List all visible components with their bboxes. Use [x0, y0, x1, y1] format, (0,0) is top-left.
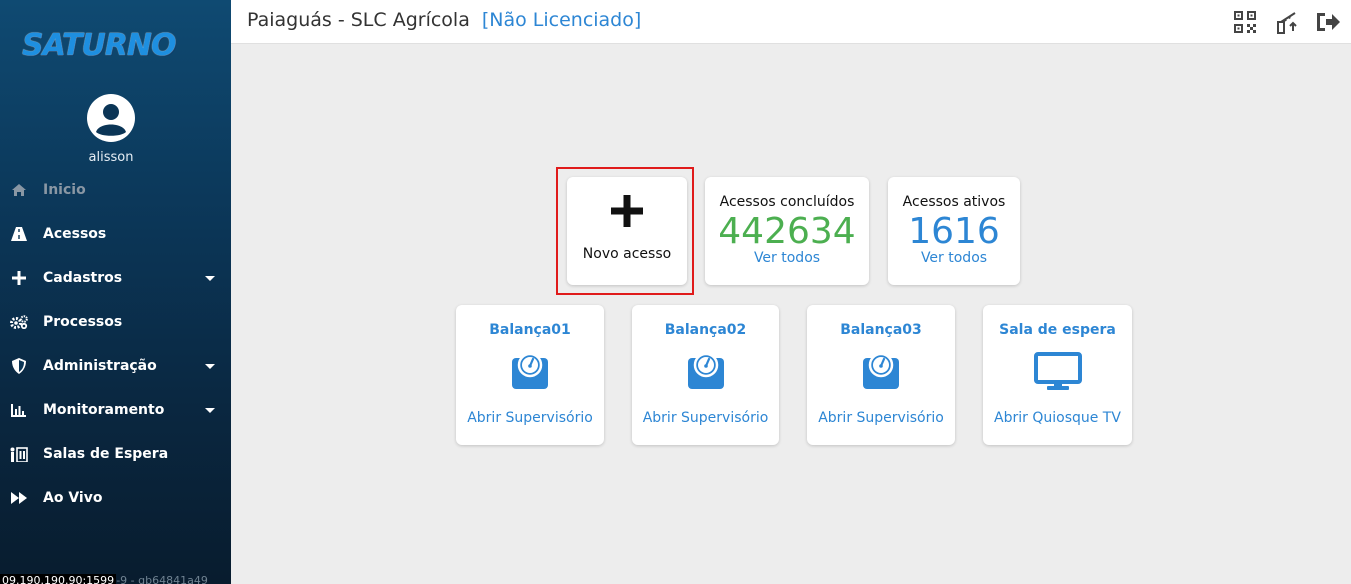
monitor-icon [983, 352, 1132, 394]
sala-de-espera-title: Sala de espera [999, 322, 1116, 338]
acessos-ativos-ver-todos-link[interactable]: Ver todos [888, 250, 1020, 266]
chevron-down-icon [205, 407, 215, 413]
scale-icon [632, 352, 779, 394]
acessos-concluidos-ver-todos-link[interactable]: Ver todos [705, 250, 869, 266]
plus-icon [567, 191, 687, 235]
acessos-concluidos-title: Acessos concluídos [719, 194, 855, 210]
company-name: Paiaguás - SLC Agrícola [247, 9, 470, 31]
sala-de-espera-link[interactable]: Abrir Quiosque TV [983, 410, 1132, 426]
header-actions [1233, 10, 1341, 34]
acessos-ativos-title: Acessos ativos [902, 194, 1006, 210]
acessos-ativos-value: 1616 [908, 211, 1000, 252]
balanca02-link[interactable]: Abrir Supervisório [632, 410, 779, 426]
sidebar-item-label: Processos [43, 314, 123, 330]
balanca03-link[interactable]: Abrir Supervisório [807, 410, 955, 426]
sidebar-item-acessos[interactable]: Acessos [0, 212, 231, 256]
sidebar-item-monitoramento[interactable]: Monitoramento [0, 388, 231, 432]
chevron-down-icon [205, 363, 215, 369]
balanca02-card[interactable]: Balança02 Abrir Supervisório [632, 305, 779, 445]
saturno-logo[interactable]: SATURNO [22, 28, 202, 68]
balanca03-card[interactable]: Balança03 Abrir Supervisório [807, 305, 955, 445]
novo-acesso-label: Novo acesso [582, 246, 672, 262]
sidebar-item-salas-de-espera[interactable]: Salas de Espera [0, 432, 231, 476]
balanca01-card[interactable]: Balança01 Abrir Supervisório [456, 305, 604, 445]
sidebar-item-label: Cadastros [43, 270, 123, 286]
version-hash: -9 - gb64841a49 [116, 574, 208, 584]
logout-icon[interactable] [1317, 10, 1341, 34]
sidebar-nav: Inicio Acessos Cadastros Processos Admin… [0, 168, 231, 520]
cogs-icon [10, 314, 28, 330]
license-status[interactable]: [Não Licenciado] [482, 9, 641, 31]
sidebar-item-administracao[interactable]: Administração [0, 344, 231, 388]
sidebar: SATURNO alisson Inicio Acessos Cadastros [0, 0, 231, 584]
road-icon [10, 226, 28, 242]
people-icon [10, 446, 28, 462]
sidebar-item-label: Ao Vivo [43, 490, 103, 506]
sidebar-item-label: Acessos [43, 226, 107, 242]
balanca01-link[interactable]: Abrir Supervisório [456, 410, 604, 426]
sidebar-item-label: Monitoramento [43, 402, 165, 418]
version-info: 09.190.190.90:1599 -9 - gb64841a49 [0, 574, 208, 584]
chevron-down-icon [205, 275, 215, 281]
username: alisson [88, 150, 134, 165]
home-icon [10, 182, 28, 198]
sidebar-item-ao-vivo[interactable]: Ao Vivo [0, 476, 231, 520]
acessos-ativos-card: Acessos ativos 1616 Ver todos [888, 177, 1020, 285]
sidebar-item-label: Inicio [43, 182, 86, 198]
version-ip: 09.190.190.90:1599 [0, 574, 117, 584]
sidebar-item-label: Salas de Espera [43, 446, 169, 462]
shield-icon [10, 358, 28, 374]
balanca02-title: Balança02 [664, 322, 747, 338]
scale-icon [456, 352, 604, 394]
user-avatar-icon[interactable] [87, 94, 135, 142]
fast-forward-icon [10, 490, 28, 506]
scale-icon [807, 352, 955, 394]
chart-bar-icon [10, 402, 28, 418]
sidebar-item-inicio[interactable]: Inicio [0, 168, 231, 212]
balanca01-title: Balança01 [489, 322, 571, 338]
barrier-icon[interactable] [1275, 10, 1299, 34]
sala-de-espera-card[interactable]: Sala de espera Abrir Quiosque TV [983, 305, 1132, 445]
qr-code-icon[interactable] [1233, 10, 1257, 34]
top-header: Paiaguás - SLC Agrícola [Não Licenciado] [231, 0, 1351, 44]
acessos-concluidos-value: 442634 [718, 211, 856, 252]
acessos-concluidos-card: Acessos concluídos 442634 Ver todos [705, 177, 869, 285]
sidebar-item-label: Administração [43, 358, 157, 374]
sidebar-item-processos[interactable]: Processos [0, 300, 231, 344]
balanca03-title: Balança03 [840, 322, 922, 338]
page-title: Paiaguás - SLC Agrícola [Não Licenciado] [247, 9, 641, 31]
sidebar-item-cadastros[interactable]: Cadastros [0, 256, 231, 300]
plus-icon [10, 270, 28, 286]
novo-acesso-card[interactable]: Novo acesso [567, 177, 687, 285]
